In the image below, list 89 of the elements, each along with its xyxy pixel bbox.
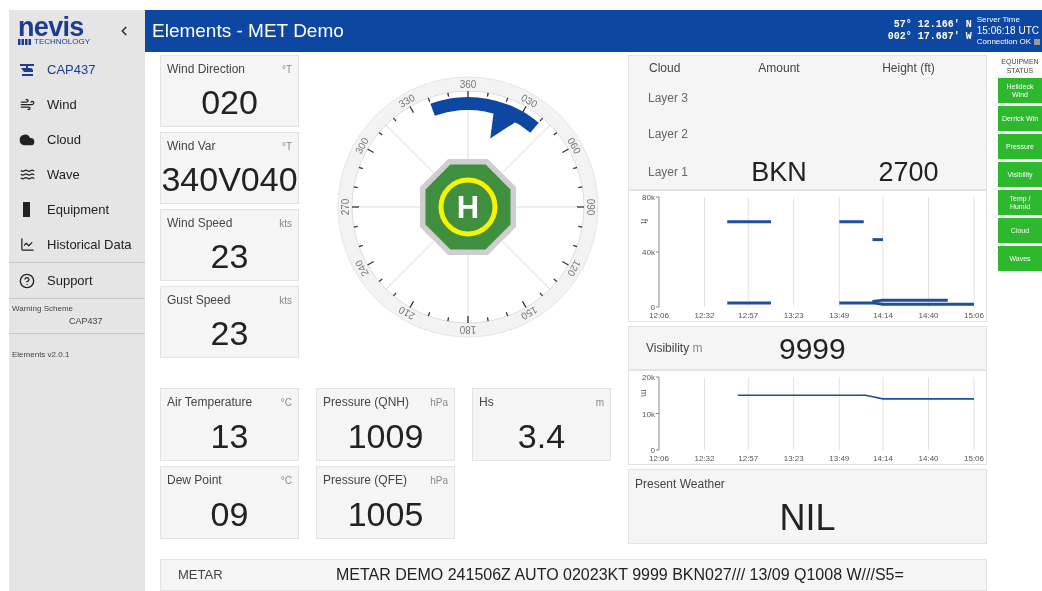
connection-status: Connection OK — [976, 38, 1031, 46]
metar-text: METAR DEMO 241506Z AUTO 02023KT 9999 BKN027/// 13/09 Q1008 W///S5= — [336, 565, 904, 585]
y-tick-label: 0 — [650, 303, 655, 312]
tile-label: Pressure (QFE) — [323, 472, 407, 489]
y-axis-label: ft — [639, 218, 649, 224]
tile-value: 1009 — [347, 418, 424, 453]
tile-value: 340V040 — [161, 162, 298, 196]
present-weather-value: NIL — [779, 500, 836, 536]
y-tick-label: 10k — [642, 409, 655, 419]
x-tick-label: 13:49 — [829, 311, 850, 320]
x-tick-label: 12:06 — [649, 311, 669, 320]
x-tick-label: 13:49 — [829, 454, 850, 463]
tile-unit: °T — [281, 140, 292, 154]
y-tick-label: 40k — [642, 248, 655, 257]
tile-unit: kts — [279, 217, 292, 231]
compass-label: 270 — [340, 198, 351, 216]
tile-unit: m — [595, 396, 604, 410]
x-tick-label: 12:57 — [738, 454, 759, 463]
cloud-amount: BKN — [750, 156, 808, 189]
y-tick-label: 80k — [642, 193, 655, 202]
compass-label: 240 — [353, 258, 371, 279]
compass-label: 030 — [519, 92, 540, 110]
x-tick-label: 12:32 — [694, 454, 715, 463]
tile-value: 23 — [210, 239, 249, 273]
tile-unit: °T — [281, 63, 292, 77]
layer-label: Layer 1 — [647, 164, 690, 182]
tile-value: 1005 — [347, 496, 424, 531]
version-text: Elements v2.0.1 — [12, 349, 70, 359]
x-tick-label: 14:40 — [918, 311, 939, 320]
compass-label: 150 — [519, 304, 540, 322]
compass-label: 090 — [585, 198, 596, 216]
compass-label: 360 — [459, 79, 477, 90]
cloud-height: 2700 — [877, 156, 940, 189]
visibility-label: Visibility m — [645, 340, 704, 357]
x-tick-label: 15:06 — [964, 311, 984, 320]
present-weather-label: Present Weather — [635, 476, 726, 493]
warning-scheme-label: Warning Scheme — [12, 303, 75, 315]
compass-label: 210 — [396, 304, 417, 322]
tile-unit: °C — [280, 396, 292, 410]
tile-value: 09 — [210, 496, 249, 531]
tile-label: Gust Speed — [167, 292, 231, 309]
tile-label: Dew Point — [167, 472, 222, 489]
tile-value: 23 — [210, 316, 249, 350]
y-axis-label: m — [639, 389, 649, 397]
y-tick-label: 0 — [650, 446, 655, 455]
visibility-value: 9999 — [779, 330, 846, 367]
tile-unit: °C — [280, 474, 292, 488]
tile-unit: hPa — [430, 474, 448, 488]
tile-label: Wind Var — [167, 138, 216, 155]
column-header: Amount — [757, 59, 801, 77]
tile-label: Wind Speed — [167, 215, 233, 232]
tile-value: 020 — [201, 85, 258, 119]
compass-label: 120 — [565, 258, 583, 279]
page-title: Elements - MET Demo — [152, 18, 345, 43]
x-tick-label: 12:32 — [694, 311, 715, 320]
latitude-text: 57° 12.166' N — [893, 19, 972, 31]
x-tick-label: 14:14 — [872, 454, 893, 463]
tile-value: 3.4 — [517, 418, 566, 453]
warning-scheme-value: CAP437 — [68, 315, 104, 328]
compass-label: 180 — [459, 324, 477, 335]
compass-label: 330 — [396, 92, 417, 110]
helipad-letter: H — [456, 190, 480, 225]
logo-wordmark: nevis — [18, 16, 84, 38]
x-tick-label: 13:23 — [783, 311, 804, 320]
tile-unit: hPa — [430, 396, 448, 410]
x-tick-label: 13:23 — [783, 454, 804, 463]
tile-label: Wind Direction — [167, 61, 246, 78]
tile-label: Pressure (QNH) — [323, 394, 409, 411]
tile-value: 13 — [210, 418, 249, 453]
metar-label: METAR — [177, 566, 224, 585]
column-header: Cloud — [648, 59, 682, 77]
x-tick-label: 14:14 — [872, 311, 893, 320]
x-tick-label: 12:57 — [738, 311, 759, 320]
server-time-label: Server Time — [976, 16, 1021, 24]
server-time: 15:06:18 UTC — [976, 26, 1040, 36]
x-tick-label: 12:06 — [649, 454, 669, 463]
column-header: Height (ft) — [881, 59, 936, 77]
x-tick-label: 15:06 — [964, 454, 984, 463]
y-tick-label: 20k — [642, 373, 655, 382]
tile-label: Hs — [479, 394, 494, 411]
compass-label: 060 — [565, 135, 583, 156]
layer-label: Layer 2 — [647, 125, 690, 143]
tile-label: Air Temperature — [167, 394, 253, 411]
tile-unit: kts — [279, 294, 292, 308]
logo-tagline: TECHNOLOGY — [34, 38, 90, 46]
compass-label: 300 — [353, 135, 371, 156]
longitude-text: 002° 17.687' W — [887, 31, 972, 43]
x-tick-label: 14:40 — [918, 454, 939, 463]
layer-label: Layer 3 — [647, 89, 690, 107]
